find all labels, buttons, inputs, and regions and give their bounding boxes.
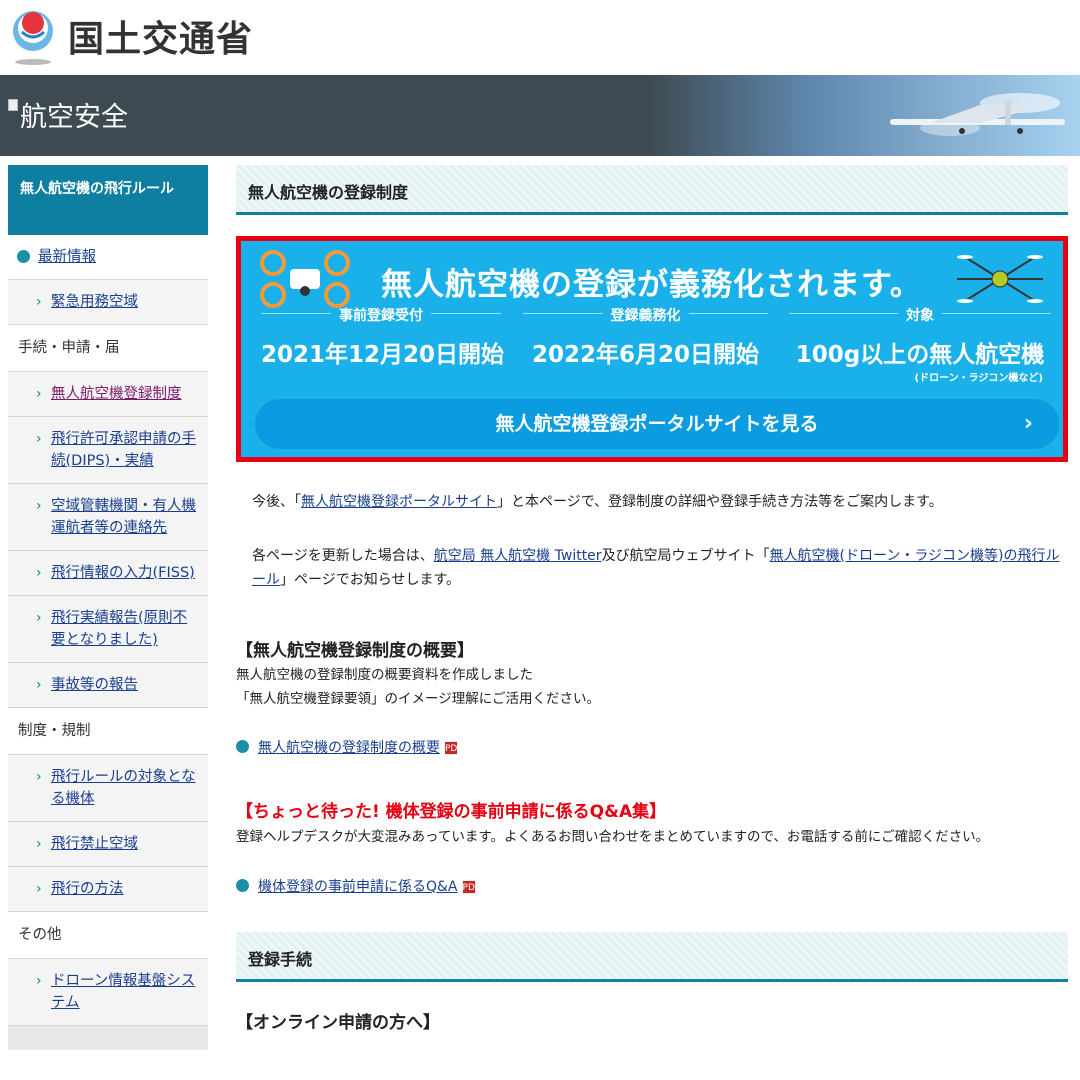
section-heading-procedures: 登録手続 [236,932,1068,982]
promo-column-mandatory: 登録義務化 2022年6月20日開始 [523,308,768,369]
chevron-right-icon: › [36,677,42,693]
promo-column-value: 2022年6月20日開始 [531,342,760,368]
qa-text: 登録ヘルプデスクが大変混みあっています。よくあるお問い合わせをまとめていますので… [236,829,990,845]
drone-icon [957,255,1043,303]
overview-line-1: 無人航空機の登録制度の概要資料を作成しました [236,667,533,683]
promo-column-label: 対象 [898,308,942,324]
promo-column-value: 100g以上の無人航空機 [795,342,1045,368]
intro-paragraph-2: 各ページを更新した場合は、航空局 無人航空機 Twitter及び航空局ウェブサイ… [252,544,1068,592]
sidebar-item-label[interactable]: 空域管轄機関・有人機運航者等の連絡先 [51,498,196,536]
intro-text: 及び航空局ウェブサイト「 [601,548,770,564]
promo-column-label: 登録義務化 [602,308,689,324]
sidebar-category-procedures: 手続・申請・届 [8,325,208,372]
sidebar-item-label[interactable]: 飛行許可承認申請の手続(DIPS)・実績 [51,431,196,469]
pdf-icon: PDF [461,880,480,894]
overview-heading: 【無人航空機登録制度の概要】 [236,641,474,661]
chevron-right-icon: › [36,431,42,447]
sidebar-item-label[interactable]: 無人航空機登録制度 [51,386,182,402]
qa-document-label[interactable]: 機体登録の事前申請に係るQ&A [258,879,458,895]
registration-promo-banner[interactable]: 無人航空機の登録が義務化されます。 事前登録受付 2021年12月20日開始 登… [236,236,1068,462]
promo-column-value: 2021年12月20日開始 [261,342,505,368]
sidebar-item-flight-report[interactable]: › 飛行実績報告(原則不要となりました) [8,596,208,663]
chevron-right-icon: › [36,386,42,402]
section-heading-registration: 無人航空機の登録制度 [236,165,1068,215]
section-banner: 航空安全 [0,75,1080,156]
sidebar-item-latest[interactable]: 最新情報 [8,235,208,280]
sidebar-category-other: その他 [8,912,208,959]
sidebar-item-label[interactable]: 事故等の報告 [51,677,138,693]
sidebar-item-label[interactable]: ドローン情報基盤システム [51,973,195,1011]
overview-document-link[interactable]: 無人航空機の登録制度の概要 PDF [236,737,1068,757]
sidebar-item-fiss[interactable]: › 飛行情報の入力(FISS) [8,551,208,596]
broken-image-icon [8,99,18,111]
promo-column-label: 事前登録受付 [331,308,431,324]
intro-text: 」ページでお知らせします。 [280,572,461,588]
twitter-link[interactable]: 航空局 無人航空機 Twitter [434,548,602,564]
site-logo-text[interactable]: 国土交通省 [68,10,253,62]
chevron-right-icon: › [36,836,42,852]
chevron-right-icon: › [36,565,42,581]
sidebar-item-label[interactable]: 飛行ルールの対象となる機体 [51,769,196,807]
promo-column-target: 対象 100g以上の無人航空機 [789,308,1051,369]
main-content: 無人航空機の登録制度 無人航空機の登録が義務化されます。 事前登録受付 2021… [236,165,1068,1033]
airplane-icon [890,93,1065,136]
chevron-right-icon: › [36,769,42,785]
promo-column-preregistration: 事前登録受付 2021年12月20日開始 [261,308,505,369]
portal-site-link[interactable]: 無人航空機登録ポータルサイト [301,494,497,510]
chevron-right-icon: › [36,973,42,989]
sidebar-item-label[interactable]: 緊急用務空域 [51,294,138,310]
overview-document-label[interactable]: 無人航空機の登録制度の概要 [258,740,440,756]
sidebar-item-label[interactable]: 最新情報 [38,249,96,265]
mlit-logo-icon[interactable] [8,6,58,66]
intro-paragraph-1: 今後、「無人航空機登録ポータルサイト」と本ページで、登録制度の詳細や登録手続き方… [252,490,1068,514]
sidebar-category-label: その他 [8,912,208,958]
overview-line-2: 「無人航空機登録要領」のイメージ理解にご活用ください。 [236,691,600,707]
sidebar-list: 最新情報 › 緊急用務空域 手続・申請・届 › 無人航空機登録制度 › 飛行許可承認申… [8,235,208,1026]
sidebar-category-label: 手続・申請・届 [8,325,208,371]
sidebar-heading[interactable]: 無人航空機の飛行ルール [8,165,208,235]
sidebar-item-registration[interactable]: › 無人航空機登録制度 [8,372,208,417]
sidebar-item-label[interactable]: 飛行の方法 [51,881,124,897]
chevron-right-icon: › [1023,411,1033,436]
sidebar-item-target-aircraft[interactable]: › 飛行ルールの対象となる機体 [8,755,208,822]
bullet-icon [236,879,249,892]
sidebar-category-label: 制度・規制 [8,708,208,754]
sidebar-item-flight-method[interactable]: › 飛行の方法 [8,867,208,912]
sidebar-item-contacts[interactable]: › 空域管轄機関・有人機運航者等の連絡先 [8,484,208,551]
promo-subnote: (ドローン・ラジコン機など) [914,373,1043,384]
sidebar-category-regulations: 制度・規制 [8,708,208,755]
sidebar-item-emergency-airspace[interactable]: › 緊急用務空域 [8,280,208,325]
chevron-right-icon: › [36,294,42,310]
sidebar-item-label[interactable]: 飛行実績報告(原則不要となりました) [51,610,187,648]
intro-text: 」と本ページで、登録制度の詳細や登録手続き方法等をご案内します。 [497,494,943,510]
portal-site-button[interactable]: 無人航空機登録ポータルサイトを見る › [255,399,1059,449]
online-application-heading: 【オンライン申請の方へ】 [236,1013,440,1033]
chevron-right-icon: › [36,610,42,626]
sidebar-item-label[interactable]: 飛行禁止空域 [51,836,138,852]
intro-text: 今後、「 [252,494,301,510]
banner-title-text: 航空安全 [20,102,128,133]
portal-site-button-label: 無人航空機登録ポータルサイトを見る [495,413,819,435]
chevron-right-icon: › [36,881,42,897]
pdf-icon: PDF [444,741,463,755]
bullet-icon [17,250,30,263]
site-header: 国土交通省 [0,0,1080,75]
sidebar-item-accident-report[interactable]: › 事故等の報告 [8,663,208,708]
banner-title: 航空安全 [8,95,128,134]
qa-document-link[interactable]: 機体登録の事前申請に係るQ&A PDF [236,876,1068,896]
drone-icon [260,250,350,308]
sidebar: 無人航空機の飛行ルール 最新情報 › 緊急用務空域 手続・申請・届 › 無人航空機登… [8,165,208,1050]
qa-heading: 【ちょっと待った! 機体登録の事前申請に係るQ&A集】 [236,802,667,822]
bullet-icon [236,740,249,753]
sidebar-item-no-fly-zone[interactable]: › 飛行禁止空域 [8,822,208,867]
sidebar-item-label[interactable]: 飛行情報の入力(FISS) [51,565,195,581]
intro-text: 各ページを更新した場合は、 [252,548,434,564]
sidebar-item-dips[interactable]: › 飛行許可承認申請の手続(DIPS)・実績 [8,417,208,484]
chevron-right-icon: › [36,498,42,514]
promo-title: 無人航空機の登録が義務化されます。 [381,267,922,303]
sidebar-item-drone-info-system[interactable]: › ドローン情報基盤システム [8,959,208,1026]
